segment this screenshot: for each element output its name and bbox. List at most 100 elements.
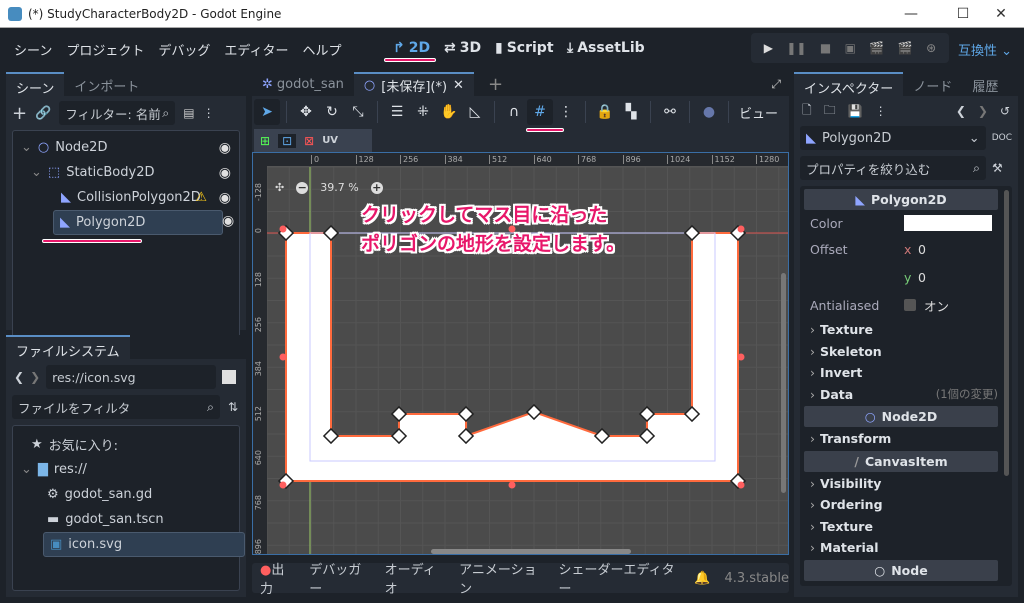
add-tab-button[interactable]: + xyxy=(488,74,503,95)
group-material[interactable]: › Material xyxy=(804,537,998,559)
history-forward-icon[interactable]: ❯ xyxy=(978,104,988,118)
group-process[interactable]: ›Process xyxy=(804,582,998,586)
group-texture[interactable]: › Texture xyxy=(804,319,998,341)
shader-editor-tab[interactable]: シェーダーエディター xyxy=(558,559,680,597)
remote-debug-icon[interactable]: ▣ xyxy=(845,41,856,55)
debugger-tab[interactable]: デバッガー xyxy=(309,559,370,597)
group-skeleton[interactable]: › Skeleton xyxy=(804,341,998,363)
pan-tool-icon[interactable]: ✋ xyxy=(436,99,462,125)
vertical-scrollbar[interactable] xyxy=(781,273,786,493)
rotate-tool-icon[interactable]: ↻ xyxy=(319,99,345,125)
offset-y-field[interactable]: 0 xyxy=(918,270,926,285)
warning-icon[interactable]: ⚠ xyxy=(195,190,207,205)
zoom-in-icon[interactable]: + xyxy=(370,181,383,194)
close-window-button[interactable]: ✕ xyxy=(978,0,1024,28)
visibility-eye-icon[interactable]: ◉ xyxy=(219,190,231,206)
group-texture-canvas[interactable]: › Texture xyxy=(804,516,998,538)
renderer-select[interactable]: 互換性 ⌄ xyxy=(958,40,1012,59)
tab-unsaved[interactable]: ○ [未保存](*) ✕ xyxy=(353,72,474,96)
move-tool-icon[interactable]: ✥ xyxy=(293,99,319,125)
bone-icon[interactable]: ⚯ xyxy=(657,99,683,125)
smart-snap-icon[interactable]: ∩ xyxy=(501,99,527,125)
tree-node-selected[interactable]: ◣ Polygon2D xyxy=(53,210,223,235)
menu-project[interactable]: プロジェクト xyxy=(66,40,144,59)
menu-scene[interactable]: シーン xyxy=(14,40,52,59)
tab-godot-san[interactable]: ✲ godot_san xyxy=(252,72,354,96)
tab-history[interactable]: 履歴 xyxy=(962,72,1008,96)
resize-handle[interactable] xyxy=(737,481,745,489)
file-filter-input[interactable]: ファイルをフィルタ ⌕ xyxy=(12,395,220,419)
file-item[interactable]: ⌄ ▇ res:// xyxy=(13,457,239,482)
attach-script-icon[interactable]: ▤ xyxy=(183,106,194,120)
zoom-level[interactable]: 39.7 % xyxy=(320,181,358,194)
tree-node[interactable]: ⌄ ⬚ StaticBody2D ◉ xyxy=(13,160,239,185)
file-item[interactable]: ★ お気に入り: xyxy=(13,432,239,457)
tools-icon[interactable]: ⚒ xyxy=(992,161,1003,175)
color-swatch[interactable] xyxy=(904,215,992,231)
recent-history-icon[interactable]: ↺ xyxy=(1000,104,1010,118)
uv-editor-button[interactable]: UV xyxy=(322,135,338,146)
play-icon[interactable]: ▶ xyxy=(764,41,773,55)
center-view-icon[interactable]: ✣ xyxy=(275,181,284,194)
back-icon[interactable]: ❮ xyxy=(14,370,24,384)
tab-filesystem[interactable]: ファイルシステム xyxy=(6,335,130,360)
file-item[interactable]: ▬ godot_san.tscn xyxy=(13,507,239,532)
save-icon[interactable]: 💾 xyxy=(848,104,863,118)
layout-toggle-icon[interactable] xyxy=(222,370,237,384)
output-tab[interactable]: ●出力 xyxy=(260,559,295,597)
distraction-free-icon[interactable]: ⤢ xyxy=(771,77,781,92)
add-node-icon[interactable]: + xyxy=(12,103,27,124)
grid-snap-icon[interactable]: # xyxy=(527,99,553,125)
snap-options-icon[interactable]: ⋮ xyxy=(553,99,579,125)
horizontal-scrollbar[interactable] xyxy=(431,549,631,554)
resize-handle[interactable] xyxy=(279,353,287,361)
tree-node[interactable]: ⌄ ○ Node2D ◉ xyxy=(13,135,239,160)
create-points-icon[interactable]: ⊞ xyxy=(260,134,270,148)
zoom-out-icon[interactable]: − xyxy=(296,181,309,194)
view-menu[interactable]: ビュー xyxy=(739,103,778,122)
doc-icon[interactable]: DOC xyxy=(992,133,1012,143)
group-invert[interactable]: › Invert xyxy=(804,362,998,384)
close-tab-icon[interactable]: ✕ xyxy=(453,78,464,93)
audio-tab[interactable]: オーディオ xyxy=(385,559,445,597)
stop-icon[interactable]: ■ xyxy=(820,41,831,55)
group-icon[interactable]: ▚ xyxy=(618,99,644,125)
open-folder-icon[interactable]: 🗀 xyxy=(824,101,836,122)
workspace-3d[interactable]: ⇄ 3D xyxy=(444,40,481,56)
path-field[interactable]: res://icon.svg xyxy=(46,365,217,389)
pivot-tool-icon[interactable]: ⁜ xyxy=(410,99,436,125)
ruler-tool-icon[interactable]: ◺ xyxy=(462,99,488,125)
group-data[interactable]: › Data (1個の変更) xyxy=(804,384,998,406)
workspace-script[interactable]: ▮ Script xyxy=(495,40,554,56)
section-polygon2d[interactable]: ◣ Polygon2D xyxy=(804,189,998,210)
antialiased-checkbox[interactable] xyxy=(904,299,916,311)
file-item-selected[interactable]: ▣ icon.svg xyxy=(43,532,245,557)
delete-points-icon[interactable]: ⊠ xyxy=(304,134,314,148)
forward-icon[interactable]: ❯ xyxy=(30,370,40,384)
menu-help[interactable]: ヘルプ xyxy=(302,40,341,59)
workspace-2d[interactable]: ↱ 2D xyxy=(393,40,430,56)
resize-handle[interactable] xyxy=(279,225,287,233)
selectable-list-icon[interactable]: ☰ xyxy=(384,99,410,125)
pause-icon[interactable]: ❚❚ xyxy=(786,41,806,55)
movie-maker-icon[interactable]: ⊛ xyxy=(926,41,936,55)
workspace-assetlib[interactable]: ⤓ AssetLib xyxy=(567,40,645,56)
resize-handle[interactable] xyxy=(737,353,745,361)
more-icon[interactable]: ⋮ xyxy=(875,104,887,118)
visibility-eye-icon[interactable]: ◉ xyxy=(219,165,231,181)
lock-icon[interactable]: 🔒 xyxy=(592,99,618,125)
play-custom-scene-icon[interactable]: 🎬 xyxy=(898,41,913,55)
link-icon[interactable]: 🔗 xyxy=(35,106,51,121)
tab-import[interactable]: インポート xyxy=(64,72,149,96)
history-back-icon[interactable]: ❮ xyxy=(956,104,966,118)
inspector-scrollbar[interactable] xyxy=(1004,190,1009,476)
more-icon[interactable]: ⋮ xyxy=(203,106,215,120)
new-resource-icon[interactable]: 🗋 xyxy=(802,101,812,122)
edit-points-icon[interactable]: ⊡ xyxy=(278,133,297,148)
notification-bell-icon[interactable]: 🔔 xyxy=(694,571,710,586)
group-ordering[interactable]: › Ordering xyxy=(804,494,998,516)
resize-handle[interactable] xyxy=(279,481,287,489)
section-node[interactable]: ○ Node xyxy=(804,559,998,581)
scale-tool-icon[interactable]: ⤡ xyxy=(345,99,371,125)
offset-x-field[interactable]: 0 xyxy=(918,242,926,257)
